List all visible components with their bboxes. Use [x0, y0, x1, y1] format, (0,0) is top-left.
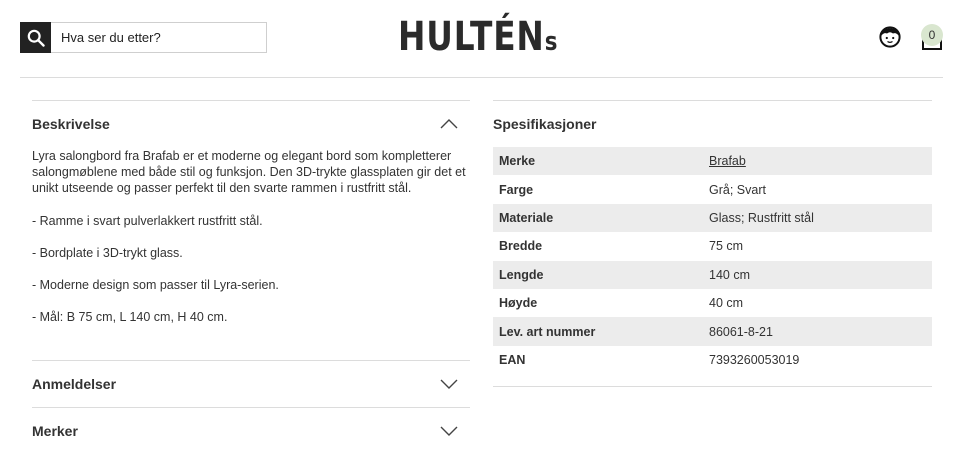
spec-key: Lengde	[493, 260, 703, 289]
spec-value: 7393260053019	[709, 352, 800, 367]
spec-key: Farge	[499, 182, 534, 197]
accordion-brands-header[interactable]: Merker	[32, 408, 470, 450]
spec-key: Bredde	[499, 239, 543, 254]
search-button[interactable]	[20, 22, 51, 53]
table-row: Materiale Glass; Rustfritt stål	[493, 203, 932, 233]
accordion-reviews-header[interactable]: Anmeldelser	[32, 361, 470, 407]
specifications-title: Spesifikasjoner	[493, 116, 597, 132]
product-info-accordion: Beskrivelse Lyra salongbord fra Brafab e…	[32, 100, 470, 450]
search-input[interactable]	[51, 23, 266, 52]
table-row: Farge Grå; Svart	[493, 175, 932, 203]
table-row: Merke Brafab	[493, 147, 932, 176]
table-row: Lev. art nummer 86061-8-21	[493, 317, 932, 346]
spec-value: 86061-8-21	[703, 317, 932, 346]
table-row: Høyde 40 cm	[493, 289, 932, 317]
search-icon	[27, 29, 45, 47]
table-row: Lengde 140 cm	[493, 260, 932, 289]
description-paragraph: - Mål: B 75 cm, L 140 cm, H 40 cm.	[32, 310, 228, 325]
brand-link[interactable]: Brafab	[709, 154, 746, 168]
specifications-table: Merke Brafab Farge Grå; Svart Materiale …	[493, 147, 932, 374]
spec-key: EAN	[499, 352, 526, 367]
cart-count-badge[interactable]: 0	[921, 24, 943, 46]
spec-key: Merke	[493, 147, 703, 176]
chevron-up-icon[interactable]	[440, 119, 458, 129]
spec-value: 40 cm	[709, 296, 744, 311]
table-row: EAN 7393260053019	[493, 346, 932, 374]
accordion-description-title: Beskrivelse	[32, 116, 110, 132]
product-description: Lyra salongbord fra Brafab er et moderne…	[32, 147, 470, 325]
site-logo[interactable]: HULTÉNs	[398, 14, 566, 60]
accordion-description-header[interactable]: Beskrivelse	[32, 101, 470, 147]
site-header: HULTÉNs 0	[0, 0, 960, 78]
specifications-panel: Spesifikasjoner Merke Brafab Farge Grå; …	[493, 100, 932, 374]
description-paragraph: - Bordplate i 3D-trykt glass.	[32, 245, 183, 260]
accordion-reviews-title: Anmeldelser	[32, 376, 117, 393]
spec-value: Grå; Svart	[709, 182, 766, 197]
spec-key: Høyde	[499, 296, 538, 311]
accordion-brands-title: Merker	[32, 423, 78, 440]
account-icon[interactable]	[879, 26, 901, 48]
spec-value: Brafab	[703, 147, 932, 176]
spec-key: Lev. art nummer	[493, 317, 703, 346]
spec-value: 75 cm	[709, 239, 744, 254]
spec-value: 140 cm	[703, 260, 932, 289]
description-paragraph: - Moderne design som passer til Lyra-ser…	[32, 278, 279, 293]
section-divider	[493, 386, 932, 387]
chevron-down-icon[interactable]	[440, 379, 458, 390]
table-row: Bredde 75 cm	[493, 232, 932, 260]
search-bar	[20, 22, 267, 53]
spec-value: Glass; Rustfritt stål	[703, 203, 932, 233]
spec-key: Materiale	[493, 203, 703, 233]
header-divider	[20, 77, 943, 78]
description-paragraph: - Ramme i svart pulverlakkert rustfritt …	[32, 213, 263, 228]
description-paragraph: Lyra salongbord fra Brafab er et moderne…	[32, 149, 466, 196]
chevron-down-icon[interactable]	[440, 426, 458, 437]
